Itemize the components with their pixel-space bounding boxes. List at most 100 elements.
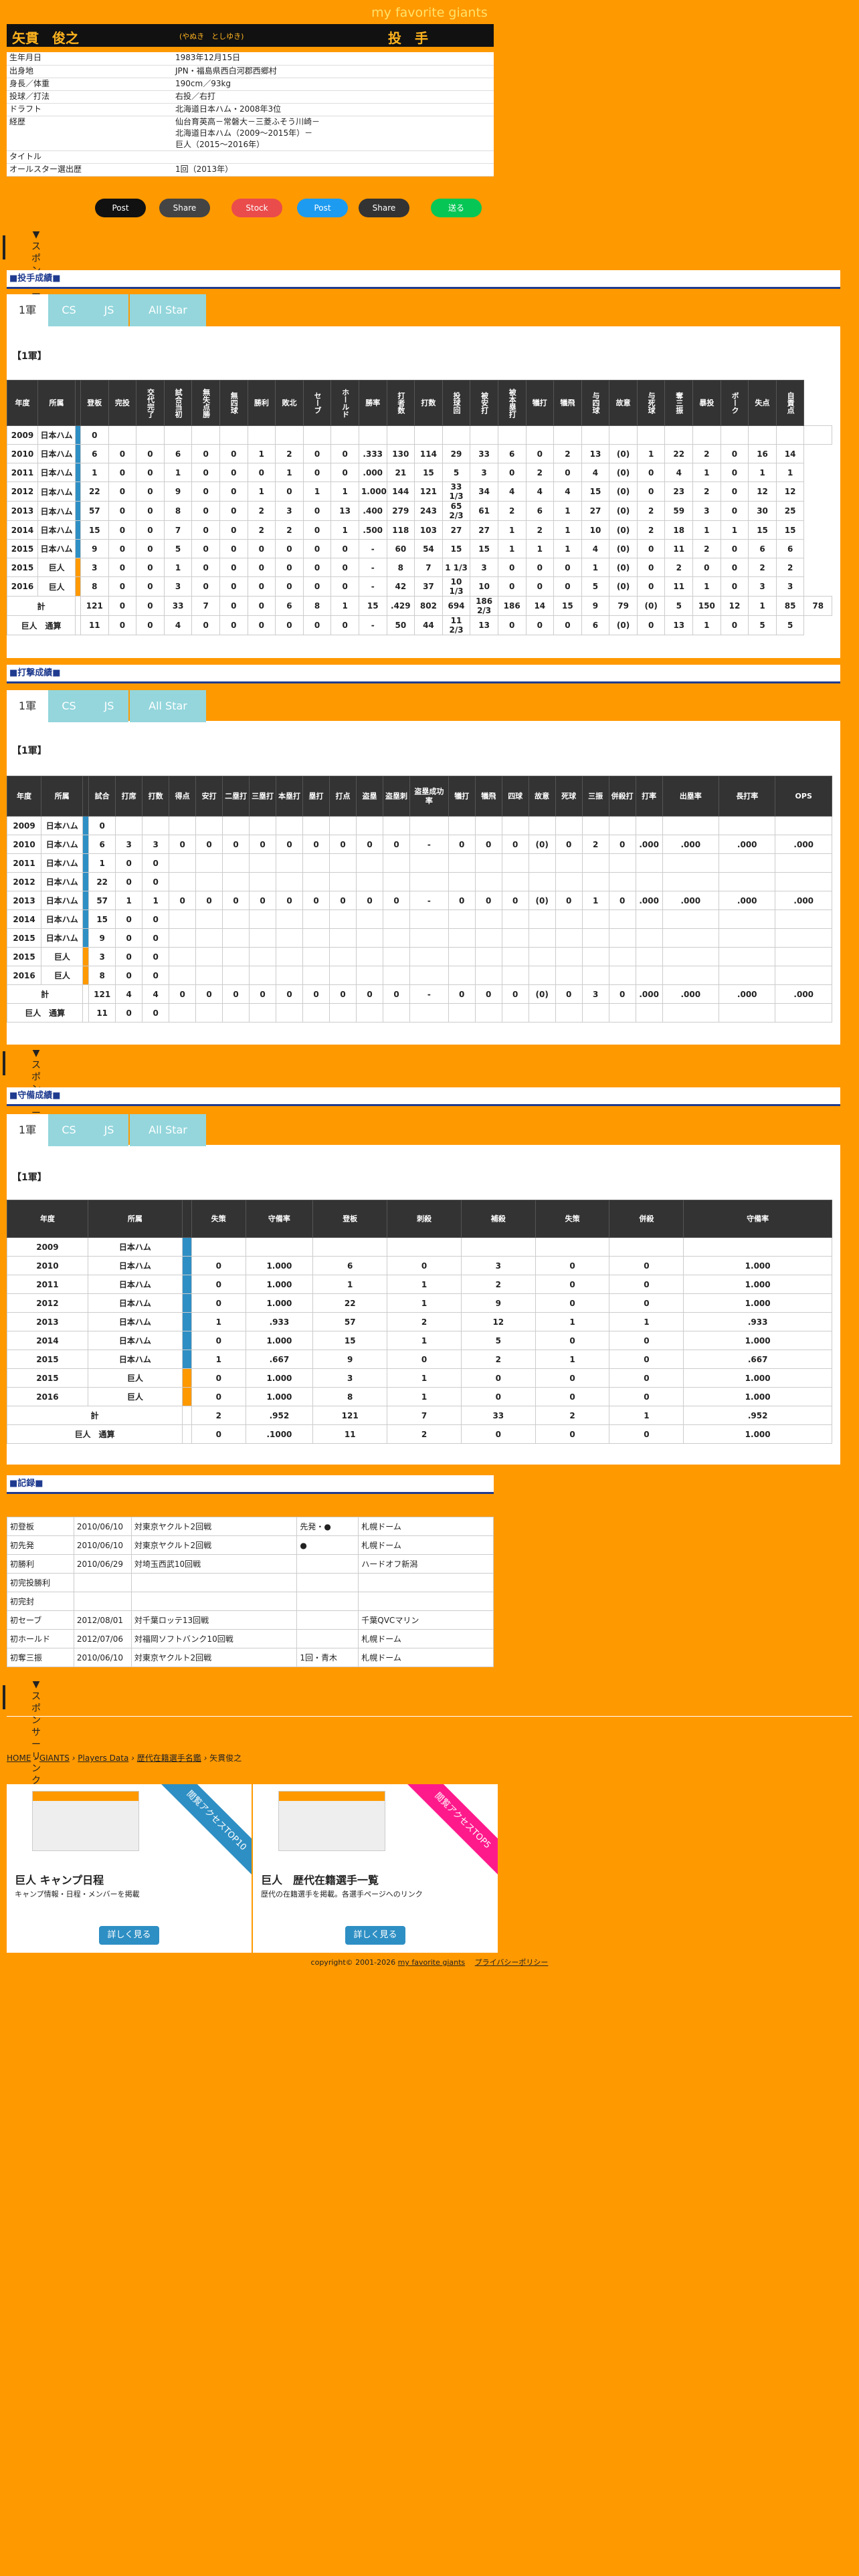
column-header[interactable]: OPS (775, 776, 832, 817)
share-button-0[interactable]: Post (95, 199, 146, 217)
column-header[interactable]: 犠打 (525, 380, 555, 426)
share-button-3[interactable]: Post (297, 199, 348, 217)
column-header[interactable] (181, 1200, 192, 1238)
tab-1[interactable]: CS (48, 1114, 90, 1146)
column-header[interactable]: 登板 (80, 380, 109, 426)
column-header[interactable]: 犠飛 (474, 776, 502, 817)
record-heading: ■記録■ (7, 1475, 494, 1494)
column-header[interactable]: 打点 (329, 776, 357, 817)
column-header[interactable]: 無四球 (219, 380, 248, 426)
footer-link-home[interactable]: my favorite giants (398, 1958, 466, 1967)
column-header[interactable]: 二塁打 (222, 776, 250, 817)
column-header[interactable]: 併殺 (609, 1200, 684, 1238)
column-header[interactable]: 出塁率 (662, 776, 720, 817)
site-title[interactable]: my favorite giants (0, 5, 859, 20)
column-header[interactable] (75, 380, 81, 426)
column-header[interactable]: 安打 (195, 776, 223, 817)
column-header[interactable]: 刺殺 (387, 1200, 462, 1238)
breadcrumb-item-3[interactable]: 歴代在籍選手名鑑 (137, 1753, 201, 1763)
column-header[interactable]: 所属 (87, 1200, 183, 1238)
column-header[interactable]: 失策 (191, 1200, 246, 1238)
column-header[interactable]: 所属 (41, 776, 84, 817)
cell: .000 (358, 463, 387, 482)
column-header[interactable]: 三塁打 (249, 776, 277, 817)
column-header[interactable]: 交代完了 (136, 380, 165, 426)
team-color-marker (181, 1293, 192, 1313)
column-header[interactable]: 試合当初 (163, 380, 193, 426)
column-header[interactable]: 年度 (7, 380, 38, 426)
column-header[interactable]: 与死球 (636, 380, 666, 426)
column-header[interactable]: 盗塁成功率 (409, 776, 449, 817)
column-header[interactable]: 長打率 (719, 776, 776, 817)
column-header[interactable]: 自責点 (775, 380, 805, 426)
column-header[interactable]: 得点 (169, 776, 197, 817)
tab-2[interactable]: JS (90, 294, 128, 326)
column-header[interactable]: 登板 (312, 1200, 388, 1238)
card-player-list[interactable]: 閲覧アクセスTOP5 巨人 歴代在籍選手一覧 歴代の在籍選手を掲載。各選手ページ… (253, 1784, 498, 1953)
column-header[interactable]: 併殺打 (608, 776, 636, 817)
column-header[interactable]: 守備率 (683, 1200, 832, 1238)
column-header[interactable]: 与四球 (581, 380, 610, 426)
card-detail-button[interactable]: 詳しく見る (99, 1926, 159, 1945)
share-button-2[interactable]: Stock (231, 199, 282, 217)
column-header[interactable]: 四球 (501, 776, 529, 817)
column-header[interactable]: セーブ (302, 380, 332, 426)
tab-1[interactable]: CS (48, 294, 90, 326)
breadcrumb-item-2[interactable]: Players Data (78, 1753, 128, 1763)
share-button-1[interactable]: Share (159, 199, 210, 217)
column-header[interactable]: 勝率 (358, 380, 387, 426)
column-header[interactable]: 打率 (635, 776, 663, 817)
tab-0[interactable]: 1軍 (7, 294, 48, 326)
column-header[interactable]: 投球回 (442, 380, 471, 426)
column-header[interactable]: 盗塁 (356, 776, 383, 817)
share-button-4[interactable]: Share (359, 199, 409, 217)
column-header[interactable]: 試合 (88, 776, 116, 817)
card-camp-schedule[interactable]: 閲覧アクセスTOP10 巨人 キャンプ日程 キャンプ情報・日程・メンバーを掲載 … (7, 1784, 252, 1953)
column-header[interactable]: 被本塁打 (497, 380, 527, 426)
column-header[interactable]: 完投 (108, 380, 137, 426)
column-header[interactable]: 年度 (7, 1200, 88, 1238)
column-header[interactable]: 奪三振 (664, 380, 694, 426)
column-header[interactable]: 守備率 (245, 1200, 314, 1238)
column-header[interactable]: 犠打 (448, 776, 476, 817)
column-header[interactable]: 本塁打 (276, 776, 304, 817)
column-header[interactable]: 打数 (142, 776, 170, 817)
card-detail-button[interactable]: 詳しく見る (345, 1926, 405, 1945)
column-header[interactable]: ボーク (720, 380, 749, 426)
share-button-5[interactable]: 送る (431, 199, 482, 217)
column-header[interactable]: 塁打 (302, 776, 330, 817)
column-header[interactable]: 敗北 (275, 380, 304, 426)
tab-2[interactable]: JS (90, 690, 128, 722)
column-header[interactable]: 被安打 (470, 380, 498, 426)
column-header[interactable]: 死球 (555, 776, 583, 817)
column-header[interactable]: 三振 (581, 776, 609, 817)
column-header[interactable]: 打席 (115, 776, 143, 817)
footer-link-privacy[interactable]: プライバシーポリシー (475, 1958, 549, 1967)
column-header[interactable]: 勝利 (247, 380, 276, 426)
tab-0[interactable]: 1軍 (7, 1114, 48, 1146)
column-header[interactable]: ホールド (330, 380, 359, 426)
card-title: 巨人 歴代在籍選手一覧 (261, 1874, 379, 1887)
tab-3[interactable]: All Star (130, 690, 206, 722)
column-header[interactable]: 年度 (6, 776, 42, 817)
column-header[interactable]: 故意 (528, 776, 556, 817)
column-header[interactable]: 打数 (414, 380, 443, 426)
tab-0[interactable]: 1軍 (7, 690, 48, 722)
tab-3[interactable]: All Star (130, 294, 206, 326)
column-header[interactable]: 暴投 (692, 380, 721, 426)
column-header[interactable]: 失策 (535, 1200, 610, 1238)
column-header[interactable]: 失点 (748, 380, 777, 426)
column-header[interactable]: 犠飛 (553, 380, 582, 426)
column-header[interactable] (82, 776, 90, 817)
column-header[interactable]: 打者数 (386, 380, 415, 426)
breadcrumb-item-0[interactable]: HOME (7, 1753, 31, 1763)
column-header[interactable]: 無失点勝 (191, 380, 220, 426)
tab-2[interactable]: JS (90, 1114, 128, 1146)
breadcrumb-item-1[interactable]: GIANTS (39, 1753, 70, 1763)
column-header[interactable]: 所属 (37, 380, 76, 426)
tab-1[interactable]: CS (48, 690, 90, 722)
column-header[interactable]: 故意 (609, 380, 638, 426)
tab-3[interactable]: All Star (130, 1114, 206, 1146)
column-header[interactable]: 補殺 (460, 1200, 536, 1238)
column-header[interactable]: 盗塁刺 (383, 776, 410, 817)
